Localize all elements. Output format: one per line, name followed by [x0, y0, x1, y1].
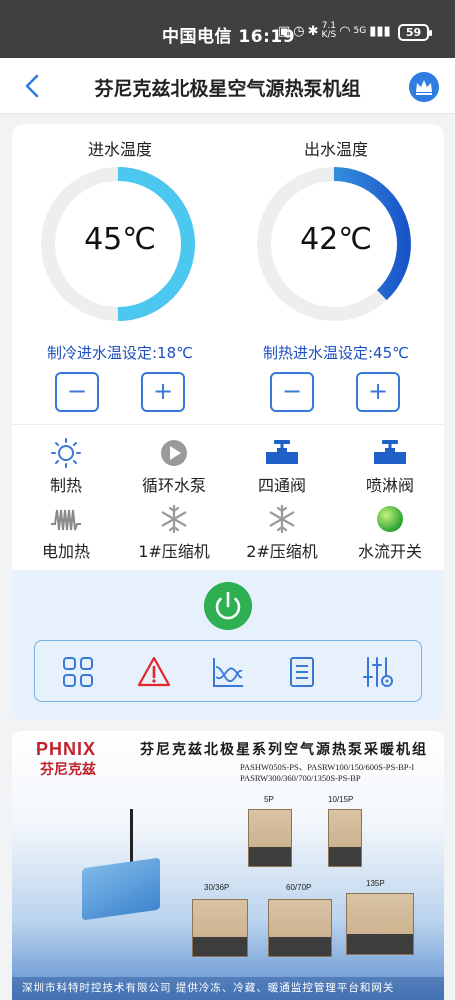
power-button[interactable]: [204, 582, 252, 630]
banner-footer: 深圳市科特时控技术有限公司 提供冷冻、冷藏、暖通监控管理平台和网关: [12, 977, 444, 1000]
unit-5p-image: [248, 809, 292, 867]
net-speed-unit: K/S: [321, 30, 337, 40]
inlet-increase-button[interactable]: +: [141, 372, 185, 412]
status-compressor-2-label: 2#压缩机: [246, 542, 318, 561]
status-bar: 中国电信 16:19 ▣ ◷ ✱ 7.1 K/S ◠ 5G ▮▮▮ 59: [0, 0, 455, 58]
sun-icon: [51, 438, 81, 468]
banner-model-line-1: PASHW050S-PS、PASRW100/150/600S-PS-BP-I: [240, 762, 415, 772]
status-compressor-1: 1#压缩机: [120, 504, 228, 562]
brand-logo: PHNIX 芬尼克兹: [28, 739, 132, 778]
brand-logo-cn: 芬尼克兹: [40, 762, 96, 778]
crown-icon[interactable]: [409, 72, 439, 102]
inlet-temp-panel: 进水温度 45℃ 制冷进水温设定:18℃ − +: [12, 124, 228, 424]
net-speed: 7.1 K/S: [322, 22, 337, 40]
outlet-temp-panel: 出水温度 42℃ 制热进水温设定:45℃ − +: [228, 124, 444, 424]
unit-10-15p-image: [328, 809, 362, 867]
signal-bars-icon: ▮▮▮: [369, 23, 391, 39]
snowflake-icon: [161, 504, 187, 534]
nfc-icon: ▣: [278, 23, 291, 39]
banner-model-line-2: PASRW300/360/700/1350S-PS-BP: [240, 773, 361, 783]
status-electric-heater: 电加热: [12, 504, 120, 562]
gateway-device-image: [82, 857, 160, 921]
status-circulation-pump-label: 循环水泵: [141, 476, 206, 495]
antenna-image: [130, 809, 133, 869]
heater-icon: [51, 509, 81, 531]
heating-setpoint-label: 制热进水温设定:45℃: [263, 344, 409, 362]
battery-indicator: 59: [398, 24, 432, 41]
outlet-temp-value: 42℃: [300, 222, 372, 257]
back-arrow-icon[interactable]: [20, 72, 46, 100]
status-circulation-pump: 循环水泵: [120, 438, 228, 496]
status-water-flow-switch-label: 水流开关: [357, 542, 422, 561]
carrier-and-time: 中国电信 16:19: [162, 22, 295, 47]
valve-icon: [374, 440, 406, 464]
pump-icon: [161, 440, 187, 466]
alarm-clock-icon: ◷: [293, 23, 305, 39]
function-toolbar: [34, 640, 422, 702]
status-heating-label: 制热: [49, 476, 82, 495]
status-water-flow-switch: 水流开关: [336, 504, 444, 562]
inlet-decrease-button[interactable]: −: [55, 372, 99, 412]
alarm-icon[interactable]: [137, 655, 171, 689]
status-heating: 制热: [12, 438, 120, 496]
green-dot-icon: [377, 506, 403, 532]
status-spray-valve: 喷淋阀: [336, 438, 444, 496]
carrier-name: 中国电信: [162, 27, 232, 47]
chart-icon[interactable]: [211, 655, 245, 689]
component-status-grid: 制热 循环水泵 四通阀 喷淋阀 电加热 1#压缩机 2#压缩机 水流开关: [12, 430, 444, 570]
control-zone: [12, 570, 444, 720]
section-divider: [12, 424, 444, 425]
page-title: 芬尼克兹北极星空气源热泵机组: [94, 78, 361, 100]
status-spray-valve-label: 喷淋阀: [365, 476, 414, 495]
status-four-way-valve: 四通阀: [228, 438, 336, 496]
valve-icon: [266, 440, 298, 464]
inlet-temp-title: 进水温度: [87, 140, 152, 159]
status-four-way-valve-label: 四通阀: [257, 476, 306, 495]
snowflake-icon: [269, 504, 295, 534]
unit-30-36p-image: [192, 899, 248, 957]
list-icon[interactable]: [285, 655, 319, 689]
status-icons: ▣ ◷ ✱ 7.1 K/S ◠ 5G ▮▮▮: [278, 22, 391, 40]
banner-title: 芬尼克兹北极星系列空气源热泵采暖机组: [140, 742, 428, 758]
status-compressor-1-label: 1#压缩机: [138, 542, 210, 561]
wifi-icon: ◠: [339, 23, 351, 39]
unit-tag-5p: 5P: [264, 795, 274, 804]
brand-logo-en: PHNIX: [36, 739, 97, 759]
grid-icon[interactable]: [61, 655, 95, 689]
unit-tag-60-70p: 60/70P: [286, 883, 312, 892]
unit-tag-10-15p: 10/15P: [328, 795, 354, 804]
signal-label: 5G: [353, 26, 367, 36]
cooling-setpoint-label: 制冷进水温设定:18℃: [47, 344, 193, 362]
bluetooth-icon: ✱: [307, 23, 319, 39]
outlet-decrease-button[interactable]: −: [270, 372, 314, 412]
outlet-temp-title: 出水温度: [303, 140, 368, 159]
unit-135p-image: [346, 893, 414, 955]
status-compressor-2: 2#压缩机: [228, 504, 336, 562]
product-banner[interactable]: PHNIX 芬尼克兹 芬尼克兹北极星系列空气源热泵采暖机组 PASHW050S-…: [12, 731, 444, 1000]
unit-60-70p-image: [268, 899, 332, 957]
unit-tag-30-36p: 30/36P: [204, 883, 230, 892]
unit-tag-135p: 135P: [366, 879, 385, 888]
control-card: 进水温度 45℃ 制冷进水温设定:18℃ − + 出水温度 42℃ 制热进水温设…: [12, 124, 444, 720]
inlet-temp-value: 45℃: [84, 222, 156, 257]
outlet-increase-button[interactable]: +: [356, 372, 400, 412]
app-header: 芬尼克兹北极星空气源热泵机组: [0, 58, 455, 114]
status-electric-heater-label: 电加热: [41, 542, 90, 561]
settings-sliders-icon[interactable]: [361, 655, 395, 689]
